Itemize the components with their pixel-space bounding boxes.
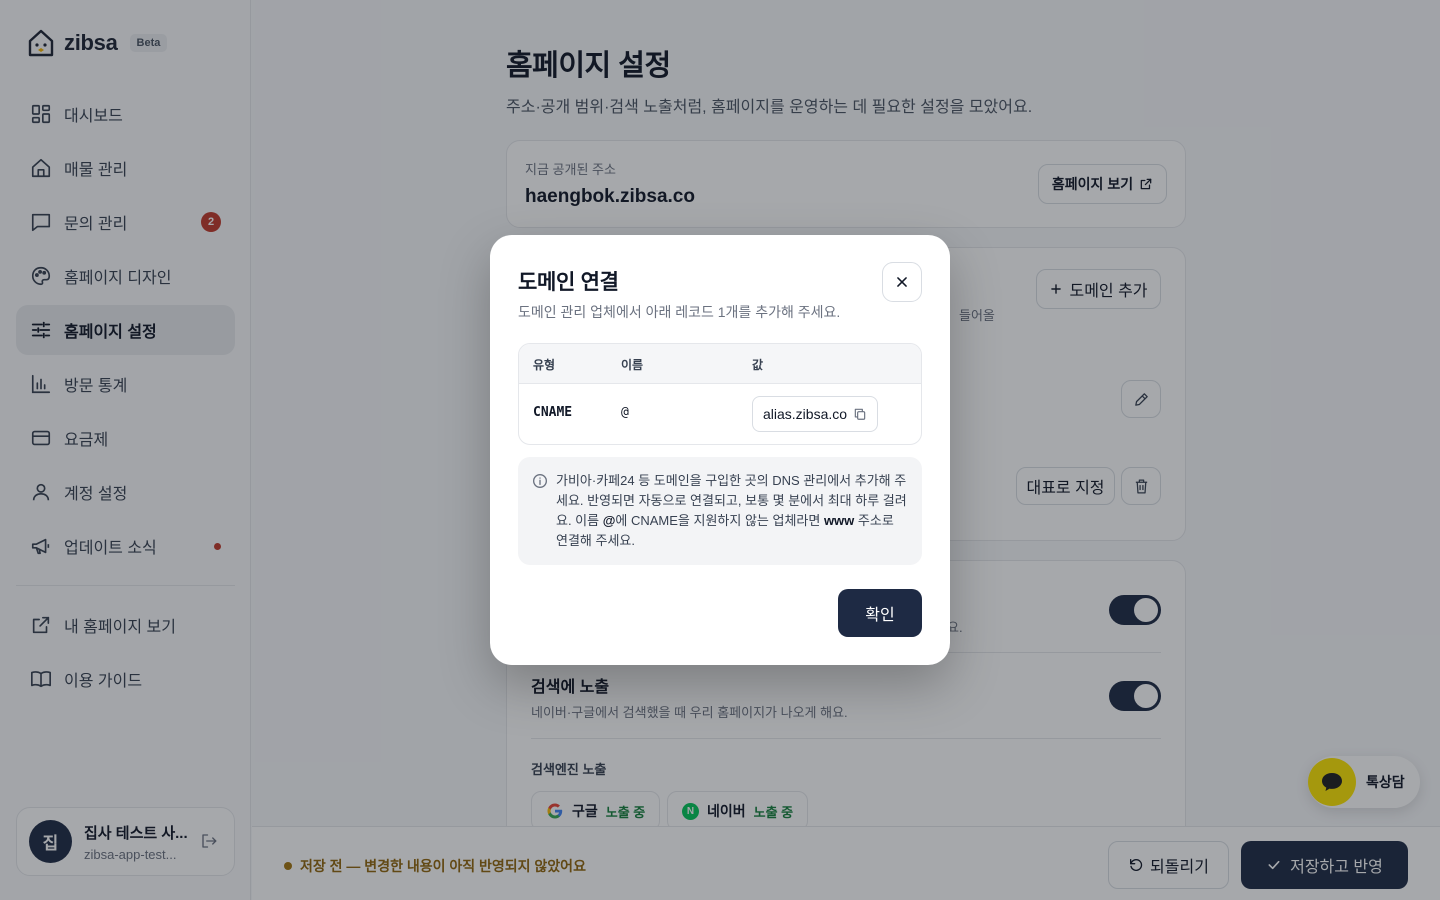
info-text: 가비아·카페24 등 도메인을 구입한 곳의 DNS 관리에서 추가해 주세요.… <box>556 471 908 551</box>
close-dialog-button[interactable] <box>882 262 922 302</box>
dns-record-table: 유형 이름 값 CNAME @ alias.zibsa.co <box>518 343 922 445</box>
record-type: CNAME <box>533 405 573 420</box>
info-icon <box>533 474 547 488</box>
domain-connect-dialog: 도메인 연결 도메인 관리 업체에서 아래 레코드 1개를 추가해 주세요. 유… <box>490 235 950 665</box>
info-notice: 가비아·카페24 등 도메인을 구입한 곳의 DNS 관리에서 추가해 주세요.… <box>518 457 922 565</box>
confirm-button[interactable]: 확인 <box>838 589 922 637</box>
info-text-at: @ <box>602 513 616 528</box>
info-text-www: www <box>823 513 855 528</box>
table-row: CNAME @ alias.zibsa.co <box>519 384 921 444</box>
dialog-title: 도메인 연결 <box>518 271 619 294</box>
record-name: @ <box>621 405 629 420</box>
column-name: 이름 <box>621 358 644 372</box>
copy-icon <box>854 408 866 420</box>
table-header: 유형 이름 값 <box>519 344 921 384</box>
record-value: alias.zibsa.co <box>763 406 848 422</box>
dialog-subtitle: 도메인 관리 업체에서 아래 레코드 1개를 추가해 주세요. <box>518 304 841 320</box>
copy-record-value-button[interactable]: alias.zibsa.co <box>752 396 878 432</box>
column-value: 값 <box>752 358 764 372</box>
info-text-part: 에 CNAME을 지원하지 않는 업체라면 <box>615 513 824 528</box>
close-icon <box>897 277 907 287</box>
column-type: 유형 <box>533 358 556 372</box>
